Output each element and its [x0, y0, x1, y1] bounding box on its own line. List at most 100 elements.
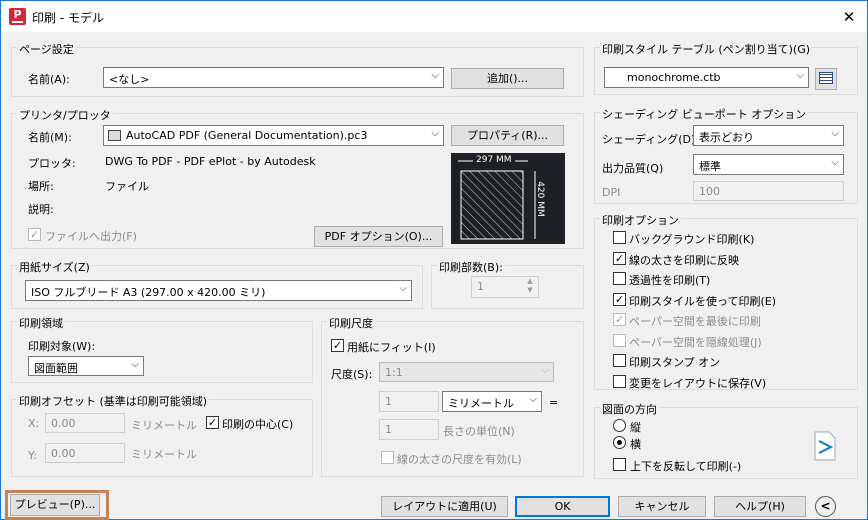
chevron-down-icon: ⌵ [831, 157, 839, 168]
upside-down-label: 上下を反転して印刷(-) [630, 460, 742, 473]
scale-lineweights-label: 線の太さの尺度を有効(L) [397, 453, 522, 466]
chevron-down-icon: ⌵ [399, 283, 407, 294]
portrait-label: 縦 [630, 421, 641, 434]
printer-group-label: プリンタ/プロッタ [17, 107, 113, 123]
plot-area-group-label: 印刷領域 [17, 315, 65, 331]
plot-style-combo[interactable]: monochrome.ctb ⌵ [604, 67, 809, 88]
preview-highlight [5, 490, 109, 520]
plot-option-label: 線の太さを印刷に反映 [629, 253, 739, 267]
equals-sign: = [549, 396, 559, 409]
offset-x-label: X: [28, 417, 40, 430]
pdf-options-button[interactable]: PDF オプション(O)... [314, 226, 443, 247]
title-bar: P 印刷 - モデル ✕ [1, 1, 867, 32]
unit-combo[interactable]: ミリメートル ⌵ [442, 391, 542, 412]
scale-combo[interactable]: 1:1 ⌵ [379, 362, 554, 382]
paper-size-value: ISO フルブリード A3 (297.00 x 420.00 ミリ) [31, 286, 266, 299]
plot-option-label: 印刷スタイルを使って印刷(E) [629, 294, 776, 308]
plot-what-combo[interactable]: 図面範囲 ⌵ [28, 356, 144, 376]
scale-label: 尺度(S): [331, 368, 373, 381]
printer-name-value: AutoCAD PDF (General Documentation).pc3 [126, 129, 368, 142]
printer-icon [108, 130, 121, 141]
cancel-button[interactable]: キャンセル [618, 496, 706, 517]
close-icon[interactable]: ✕ [839, 7, 859, 27]
plot-option-checkbox[interactable] [613, 354, 626, 367]
shade-value: 表示どおり [699, 131, 754, 144]
copies-spinner[interactable]: ▲ ▼ [522, 277, 538, 297]
plot-options-group-label: 印刷オプション [600, 212, 681, 228]
chevron-down-icon: ⌵ [431, 70, 439, 81]
plot-option-checkbox[interactable] [613, 231, 626, 244]
plot-option-checkbox[interactable] [613, 374, 626, 388]
page-setup-group-label: ページ設定 [17, 41, 76, 57]
portrait-radio[interactable] [613, 419, 626, 432]
scale-lineweights-checkbox[interactable] [381, 451, 394, 464]
page-setup-name-value: <なし> [109, 73, 150, 86]
paper-preview: 297 MM 420 MM [451, 153, 565, 244]
help-button[interactable]: ヘルプ(H) [714, 496, 806, 517]
ok-button[interactable]: OK [515, 496, 610, 517]
plot-dialog: P 印刷 - モデル ✕ ページ設定 名前(A): <なし> ⌵ 追加()... … [0, 0, 868, 520]
apply-to-layout-button[interactable]: レイアウトに適用(U) [381, 496, 508, 517]
window-title: 印刷 - モデル [32, 11, 104, 25]
scale-value1-input[interactable]: 1 [379, 391, 439, 412]
offset-x-input[interactable]: 0.00 [45, 413, 125, 433]
preview-width-label: 297 MM [473, 155, 515, 165]
plot-option-label: バックグラウンド印刷(K) [629, 233, 755, 246]
printer-name-combo[interactable]: AutoCAD PDF (General Documentation).pc3 ⌵ [103, 125, 444, 146]
plot-option-label: 印刷スタンプ オン [629, 356, 721, 369]
plot-option-checkbox[interactable] [613, 272, 626, 285]
table-grid [819, 72, 833, 84]
plot-offset-group-label: 印刷オフセット (基準は印刷可能領域) [17, 393, 210, 409]
quality-value: 標準 [699, 160, 721, 173]
printer-name-label: 名前(M): [28, 131, 72, 144]
print-to-file-label: ファイルへ出力(F) [45, 230, 137, 243]
description-label: 説明: [28, 203, 54, 216]
preview-height-label: 420 MM [535, 181, 545, 217]
plot-offset-group [11, 399, 313, 477]
plot-scale-group-label: 印刷尺度 [327, 315, 375, 331]
plot-option-checkbox[interactable]: ✓ [613, 313, 626, 326]
dpi-input[interactable]: 100 [693, 181, 844, 201]
page-a-icon [814, 431, 836, 461]
quality-combo[interactable]: 標準 ⌵ [693, 154, 844, 175]
chevron-down-icon: ⌵ [796, 70, 804, 81]
chevron-down-icon: ⌵ [831, 128, 839, 139]
fit-to-paper-checkbox[interactable]: ✓ [331, 339, 344, 352]
page-setup-name-label: 名前(A): [28, 73, 70, 86]
shade-combo[interactable]: 表示どおり ⌵ [693, 125, 844, 146]
landscape-radio[interactable] [613, 436, 626, 449]
page-setup-name-combo[interactable]: <なし> ⌵ [103, 67, 444, 88]
chevron-down-icon: ⌵ [131, 359, 139, 370]
shaded-group-label: シェーディング ビューポート オプション [600, 106, 809, 122]
landscape-label: 横 [630, 438, 641, 451]
fit-to-paper-label: 用紙にフィット(I) [347, 341, 436, 354]
upside-down-checkbox[interactable] [613, 458, 626, 471]
paper-size-combo[interactable]: ISO フルブリード A3 (297.00 x 420.00 ミリ) ⌵ [25, 280, 412, 301]
orientation-group-label: 図面の方向 [600, 401, 659, 417]
chevron-down-icon: ⌵ [529, 394, 537, 405]
unit2-label: 長さの単位(N) [443, 425, 515, 438]
chevron-down-icon: ⌵ [431, 128, 439, 139]
plot-option-checkbox[interactable] [613, 333, 626, 347]
offset-y-input[interactable]: 0.00 [45, 443, 125, 463]
offset-y-label: Y: [28, 449, 37, 462]
plot-option-checkbox[interactable]: ✓ [613, 251, 626, 265]
location-label: 場所: [28, 180, 54, 193]
unit-value: ミリメートル [448, 397, 514, 410]
print-to-file-checkbox[interactable]: ✓ [28, 228, 41, 241]
scale-value2-input[interactable]: 1 [379, 419, 439, 440]
offset-y-unit: ミリメートル [131, 448, 197, 461]
plot-option-label: ペーパー空間を最後に印刷 [629, 315, 761, 328]
shade-label: シェーディング(D) [602, 133, 696, 146]
plot-what-label: 印刷対象(W): [28, 340, 96, 353]
paper-preview-drawing [458, 160, 536, 240]
collapse-icon[interactable]: < [815, 496, 836, 517]
quality-label: 出力品質(Q) [602, 162, 664, 175]
edit-plot-style-icon[interactable] [815, 68, 837, 90]
center-plot-checkbox[interactable]: ✓ [206, 416, 219, 429]
plot-option-checkbox[interactable]: ✓ [613, 292, 626, 306]
properties-button[interactable]: プロパティ(R)... [451, 125, 564, 146]
plot-option-label: 透過性を印刷(T) [629, 274, 711, 287]
add-button[interactable]: 追加()... [451, 68, 564, 89]
app-icon: P [9, 8, 26, 25]
